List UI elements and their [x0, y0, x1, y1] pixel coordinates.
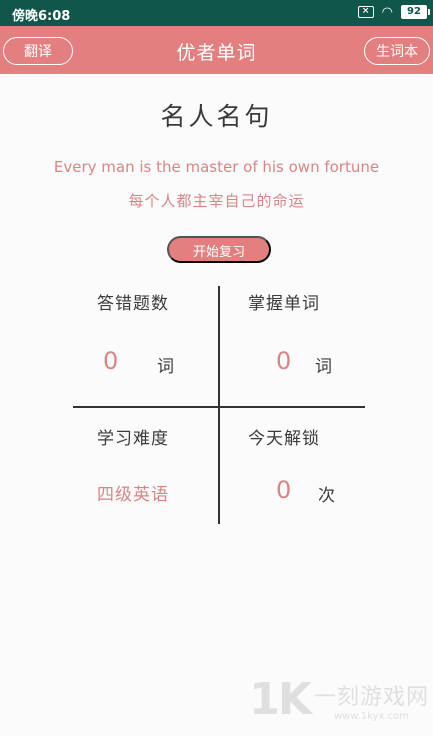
mastered-words-value: 0 — [276, 347, 292, 375]
vocabulary-book-button[interactable]: 生词本 — [364, 37, 430, 65]
start-review-button[interactable]: 开始复习 — [167, 236, 271, 263]
difficulty-label: 学习难度 — [97, 429, 169, 449]
today-unlock-value: 0 — [276, 476, 292, 504]
watermark-text: 一刻游戏网 — [313, 685, 429, 710]
watermark-url: www.1kyx.com — [334, 711, 409, 722]
battery-icon: 92 — [401, 5, 430, 19]
quote-heading: 名人名句 — [160, 102, 273, 131]
wrong-count-label: 答错题数 — [97, 294, 169, 314]
wifi-icon: ◠ — [381, 4, 393, 20]
status-bar: 傍晚6:08 × ◠ 92 — [0, 0, 433, 26]
status-time: 傍晚6:08 — [12, 9, 71, 24]
watermark-logo: 1K — [249, 674, 312, 725]
wrong-count-unit: 词 — [157, 357, 174, 377]
watermark: 1K 一刻游戏网 www.1kyx.com — [249, 674, 429, 725]
today-unlock-label: 今天解锁 — [248, 429, 320, 449]
stats-divider-horizontal — [73, 406, 365, 408]
mastered-words-unit: 词 — [315, 357, 332, 377]
quote-chinese: 每个人都主宰自己的命运 — [128, 192, 305, 210]
app-bar: 翻译 优者单词 生词本 — [0, 26, 433, 74]
today-unlock-unit: 次 — [318, 486, 335, 506]
mastered-words-label: 掌握单词 — [248, 294, 320, 314]
quote-english: Every man is the master of his own fortu… — [53, 158, 380, 176]
status-icons: × ◠ 92 — [357, 4, 430, 20]
difficulty-value[interactable]: 四级英语 — [97, 480, 169, 505]
wrong-count-value: 0 — [103, 347, 119, 375]
stats-divider-vertical — [218, 286, 220, 524]
sim-x-icon: × — [357, 6, 374, 18]
